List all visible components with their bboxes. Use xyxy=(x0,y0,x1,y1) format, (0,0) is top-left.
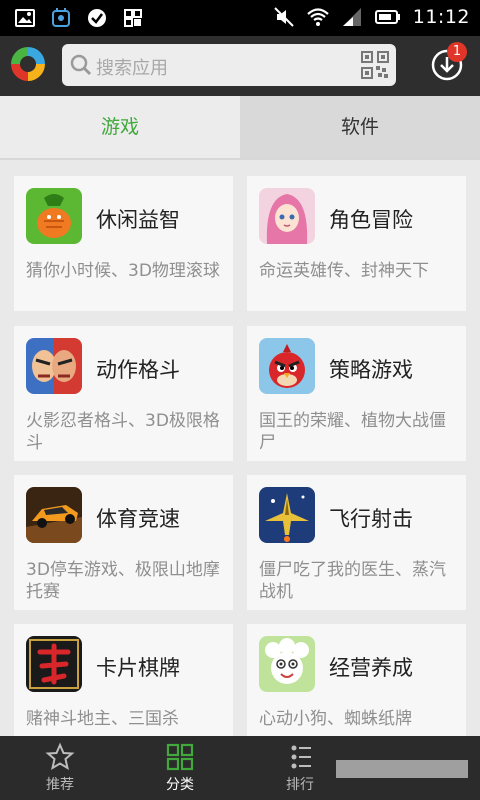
watermark-icon xyxy=(336,760,468,778)
grid-icon xyxy=(124,9,142,27)
tab-software[interactable]: 软件 xyxy=(240,96,480,158)
status-bar: 11:12 xyxy=(0,0,480,36)
status-notifications xyxy=(14,7,144,29)
category-tabs: 游戏 软件 xyxy=(0,96,480,160)
category-title: 策略游戏 xyxy=(329,358,413,382)
qr-code-icon[interactable] xyxy=(360,50,390,80)
tab-games[interactable]: 游戏 xyxy=(0,96,240,158)
category-card[interactable]: 休闲益智 猜你小时候、3D物理滚球 xyxy=(14,176,233,311)
search-bar[interactable]: 搜索应用 xyxy=(62,44,396,86)
wifi-icon xyxy=(306,8,329,26)
kill-card-icon xyxy=(26,636,82,692)
search-input[interactable]: 搜索应用 xyxy=(96,54,168,80)
category-desc: 猜你小时候、3D物理滚球 xyxy=(26,261,220,281)
category-title: 卡片棋牌 xyxy=(96,656,180,680)
signal-icon xyxy=(342,8,361,26)
download-badge: 1 xyxy=(447,42,467,62)
category-title: 动作格斗 xyxy=(96,358,180,382)
carrot-game-icon xyxy=(26,188,82,244)
category-card[interactable]: 策略游戏 国王的荣耀、植物大战僵尸 xyxy=(247,326,466,461)
angry-bird-icon xyxy=(259,338,315,394)
mute-icon xyxy=(274,7,294,27)
category-desc: 国王的荣耀、植物大战僵尸 xyxy=(259,411,446,453)
check-circle-icon xyxy=(88,9,106,27)
category-desc: 火影忍者格斗、3D极限格斗 xyxy=(26,411,220,453)
clock: 11:12 xyxy=(412,6,470,28)
category-title: 经营养成 xyxy=(329,656,413,680)
alarm-icon xyxy=(52,8,70,27)
bottom-navigation: 推荐 分类 排行 xyxy=(0,736,480,800)
category-card[interactable]: 角色冒险 命运英雄传、封神天下 xyxy=(247,176,466,311)
category-card[interactable]: 动作格斗 火影忍者格斗、3D极限格斗 xyxy=(14,326,233,461)
category-desc: 僵尸吃了我的医生、蒸汽战机 xyxy=(259,560,446,602)
sheep-icon xyxy=(259,636,315,692)
nav-category[interactable]: 分类 xyxy=(120,736,240,800)
app-logo-icon[interactable] xyxy=(8,44,48,84)
status-system: 11:12 xyxy=(273,6,470,28)
category-card[interactable]: 飞行射击 僵尸吃了我的医生、蒸汽战机 xyxy=(247,475,466,610)
ranking-icon xyxy=(291,745,311,769)
star-icon xyxy=(45,742,75,771)
jet-fighter-icon xyxy=(259,487,315,543)
category-title: 飞行射击 xyxy=(329,507,413,531)
anime-girl-icon xyxy=(259,188,315,244)
search-icon xyxy=(70,54,92,76)
category-desc: 3D停车游戏、极限山地摩托赛 xyxy=(26,560,220,602)
nav-recommend[interactable]: 推荐 xyxy=(0,736,120,800)
nav-label: 分类 xyxy=(166,777,194,793)
category-title: 休闲益智 xyxy=(96,208,180,232)
image-icon xyxy=(15,9,35,27)
grid-icon xyxy=(166,743,194,771)
category-title: 角色冒险 xyxy=(329,208,413,232)
fighter-face-icon xyxy=(26,338,82,394)
category-card[interactable]: 体育竞速 3D停车游戏、极限山地摩托赛 xyxy=(14,475,233,610)
race-car-icon xyxy=(26,487,82,543)
category-desc: 命运英雄传、封神天下 xyxy=(259,261,429,281)
app-header: 搜索应用 xyxy=(0,36,480,96)
category-title: 体育竞速 xyxy=(96,507,180,531)
category-desc: 赌神斗地主、三国杀 xyxy=(26,709,179,729)
nav-label: 推荐 xyxy=(46,777,74,793)
battery-icon xyxy=(374,10,400,24)
category-desc: 心动小狗、蜘蛛纸牌 xyxy=(259,709,412,729)
